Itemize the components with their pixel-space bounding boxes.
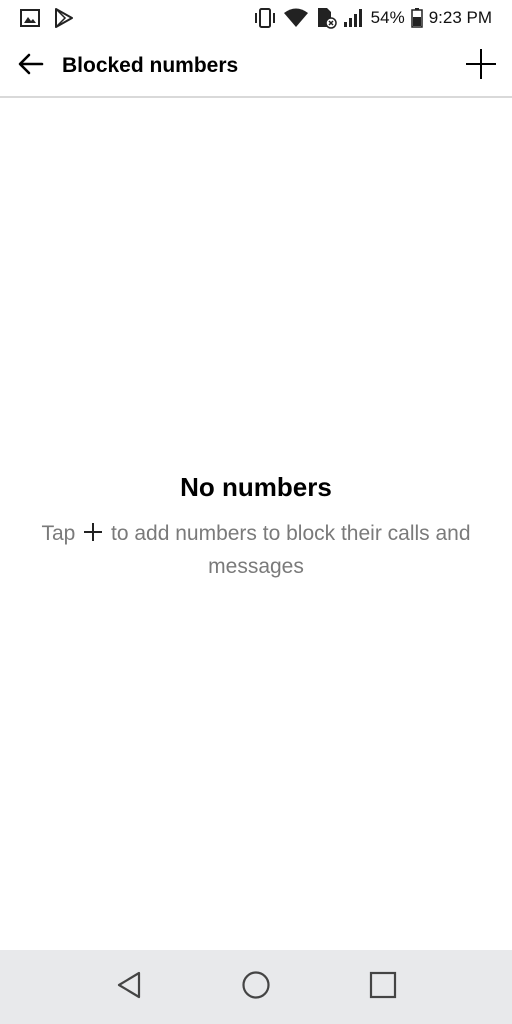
page-title: Blocked numbers [62,54,239,77]
empty-state-description: Tap to add numbers to block their calls … [18,518,494,582]
status-bar: 54% 9:23 PM [0,0,512,36]
play-store-icon [54,8,74,28]
wifi-icon [283,8,309,28]
back-triangle-icon [115,970,143,1005]
screen: 54% 9:23 PM Blocked numbers No numbers T… [0,0,512,1024]
arrow-back-icon [18,53,44,80]
nav-back-button[interactable] [99,957,159,1017]
plus-icon [465,48,497,85]
description-prefix: Tap [41,522,76,545]
vibrate-icon [253,8,277,28]
app-bar: Blocked numbers [0,36,512,98]
nav-recents-button[interactable] [353,957,413,1017]
empty-state-title: No numbers [180,472,332,502]
empty-state: No numbers Tap to add numbers to block t… [0,470,512,582]
battery-percent: 54% [370,8,405,27]
status-right: 54% 9:23 PM [253,7,492,29]
plus-icon [83,520,103,551]
sim-icon [315,7,337,29]
home-circle-icon [241,970,271,1005]
status-left [20,8,74,28]
description-suffix: to add numbers to block their calls and … [111,522,471,578]
recents-square-icon [369,971,397,1004]
clock: 9:23 PM [428,8,492,27]
navigation-bar [0,950,512,1024]
battery-icon [410,8,423,28]
add-number-button[interactable] [450,35,512,97]
image-icon [20,9,40,27]
signal-icon [343,8,365,28]
nav-home-button[interactable] [226,957,286,1017]
back-button[interactable] [0,35,62,97]
